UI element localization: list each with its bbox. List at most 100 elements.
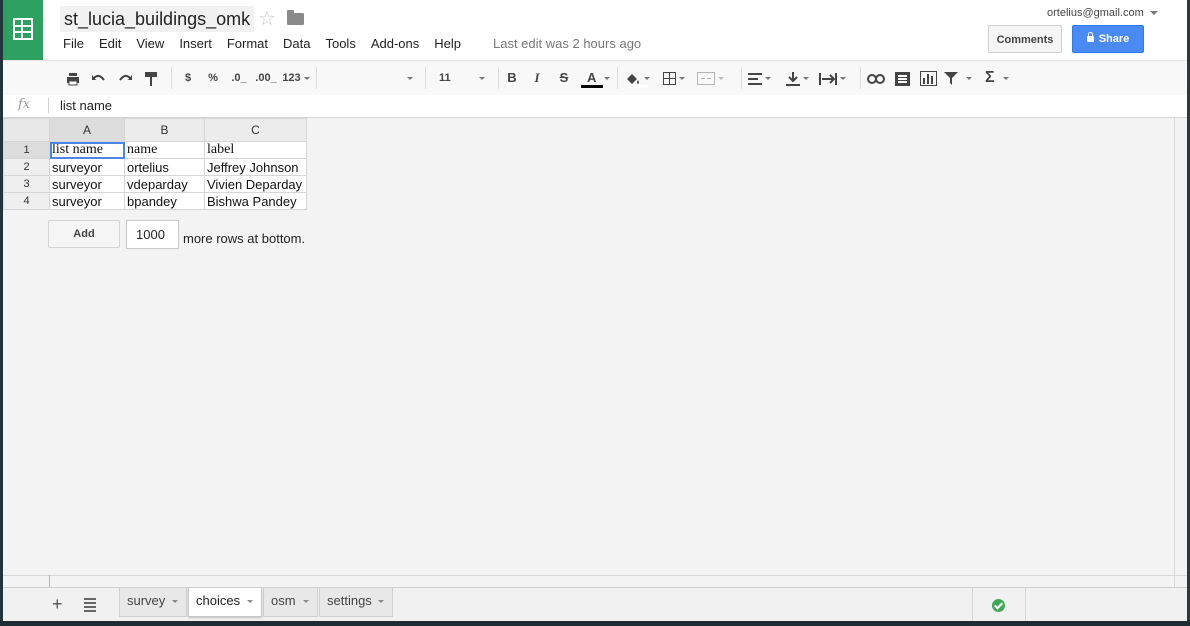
menu-data[interactable]: Data (283, 36, 310, 52)
chevron-down-icon (765, 77, 771, 81)
percent-format-button[interactable]: % (206, 61, 220, 95)
font-family-dropdown[interactable] (321, 61, 413, 95)
toolbar-separator (425, 67, 426, 89)
menu-format[interactable]: Format (227, 36, 268, 52)
chevron-down-icon[interactable] (1150, 11, 1158, 15)
menu-tools[interactable]: Tools (325, 36, 355, 52)
comments-button[interactable]: Comments (988, 25, 1062, 53)
strikethrough-button[interactable]: S (557, 61, 571, 95)
chevron-down-icon (1002, 77, 1009, 81)
menu-edit[interactable]: Edit (99, 36, 121, 52)
align-left-icon (748, 72, 762, 85)
bold-button[interactable]: B (505, 61, 519, 95)
print-icon[interactable] (64, 61, 82, 95)
tab-settings[interactable]: settings (319, 588, 393, 617)
text-color-swatch (581, 85, 603, 88)
font-size-dropdown[interactable]: 11 (433, 61, 491, 95)
chevron-down-icon (303, 76, 310, 80)
paint-format-icon[interactable] (143, 61, 159, 95)
vertical-align-button[interactable] (786, 61, 818, 95)
insert-comment-icon[interactable] (893, 61, 911, 95)
menu-add-ons[interactable]: Add-ons (371, 36, 419, 52)
merge-cells-button[interactable] (697, 61, 733, 95)
cell-a2[interactable]: surveyor (49, 158, 125, 176)
font-size-label: 11 (439, 72, 451, 84)
tab-osm[interactable]: osm (263, 588, 318, 617)
cell-a4[interactable]: surveyor (49, 192, 125, 210)
chevron-down-icon[interactable] (378, 600, 384, 603)
text-color-button[interactable]: A (582, 61, 612, 95)
chevron-down-icon[interactable] (172, 600, 178, 603)
cell-c4[interactable]: Bishwa Pandey (204, 192, 307, 210)
save-status[interactable] (972, 588, 1026, 621)
vertical-scrollbar[interactable] (1174, 118, 1175, 587)
document-title[interactable]: st_lucia_buildings_omk (60, 6, 255, 32)
chevron-down-icon[interactable] (303, 600, 309, 603)
cell-a1[interactable]: list name (49, 141, 125, 159)
cell-b1[interactable]: name (124, 141, 205, 159)
chevron-down-icon (679, 77, 685, 81)
borders-button[interactable] (663, 61, 695, 95)
filter-button[interactable] (944, 61, 980, 95)
row-header[interactable]: 2 (3, 158, 50, 176)
lock-icon (1086, 32, 1094, 42)
toolbar-separator (617, 67, 618, 89)
star-icon[interactable]: ☆ (258, 6, 276, 32)
toolbar-separator (171, 67, 172, 89)
cell-b3[interactable]: vdeparday (124, 175, 205, 193)
row-header[interactable]: 4 (3, 192, 50, 210)
share-button[interactable]: Share (1072, 25, 1144, 53)
menu-bar: File Edit View Insert Format Data Tools … (63, 36, 476, 52)
text-wrapping-button[interactable] (819, 61, 855, 95)
redo-icon[interactable] (116, 61, 134, 95)
column-header-c[interactable]: C (204, 118, 307, 142)
column-header-b[interactable]: B (124, 118, 205, 142)
add-sheet-icon[interactable]: + (52, 594, 63, 615)
number-format-label: 123 (282, 72, 301, 84)
menu-file[interactable]: File (63, 36, 84, 52)
row-header[interactable]: 3 (3, 175, 50, 193)
filter-icon (944, 72, 958, 86)
number-format-dropdown[interactable]: 123 (281, 61, 311, 95)
cell-b4[interactable]: bpandey (124, 192, 205, 210)
cell-c2[interactable]: Jeffrey Johnson (204, 158, 307, 176)
sheet-grid-area[interactable]: A B C 1 list name name label 2 surveyor … (3, 118, 1187, 587)
fill-color-swatch (628, 85, 648, 88)
italic-button[interactable]: I (530, 61, 544, 95)
decrease-decimals-button[interactable]: .0_ (229, 61, 249, 95)
increase-decimals-button[interactable]: .00_ (254, 61, 278, 95)
menu-view[interactable]: View (136, 36, 164, 52)
rows-count-input[interactable] (126, 220, 179, 249)
cell-a3[interactable]: surveyor (49, 175, 125, 193)
menu-insert[interactable]: Insert (179, 36, 212, 52)
row-header[interactable]: 1 (3, 141, 50, 159)
insert-link-icon[interactable] (866, 61, 886, 95)
all-sheets-menu-icon[interactable] (84, 598, 96, 614)
cell-b2[interactable]: ortelius (124, 158, 205, 176)
chevron-down-icon[interactable] (247, 600, 253, 603)
folder-icon[interactable] (287, 10, 304, 25)
menu-help[interactable]: Help (434, 36, 461, 52)
account-email[interactable]: ortelius@gmail.com (1047, 7, 1144, 19)
fill-color-button[interactable] (625, 61, 659, 95)
horizontal-scrollbar[interactable] (3, 575, 1187, 576)
select-all-corner[interactable] (3, 118, 50, 142)
undo-icon[interactable] (90, 61, 108, 95)
cell-c1[interactable]: label (204, 141, 307, 159)
last-edit-status[interactable]: Last edit was 2 hours ago (493, 36, 641, 51)
tab-survey[interactable]: survey (119, 588, 187, 617)
formula-input[interactable]: list name (60, 98, 112, 113)
column-header-a[interactable]: A (49, 118, 125, 142)
frozen-divider[interactable] (49, 575, 50, 587)
functions-button[interactable]: Σ (985, 61, 1017, 95)
tab-choices[interactable]: choices (188, 588, 262, 617)
table-row: 4 surveyor bpandey Bishwa Pandey (3, 192, 307, 210)
cell-c3[interactable]: Vivien Deparday (204, 175, 307, 193)
insert-chart-icon[interactable] (918, 61, 938, 95)
horizontal-align-button[interactable] (748, 61, 780, 95)
sheets-logo-icon[interactable] (3, 0, 43, 60)
chevron-down-icon (407, 77, 413, 81)
toolbar-separator (316, 67, 317, 89)
add-rows-button[interactable]: Add (48, 220, 120, 248)
currency-format-button[interactable]: $ (181, 61, 195, 95)
